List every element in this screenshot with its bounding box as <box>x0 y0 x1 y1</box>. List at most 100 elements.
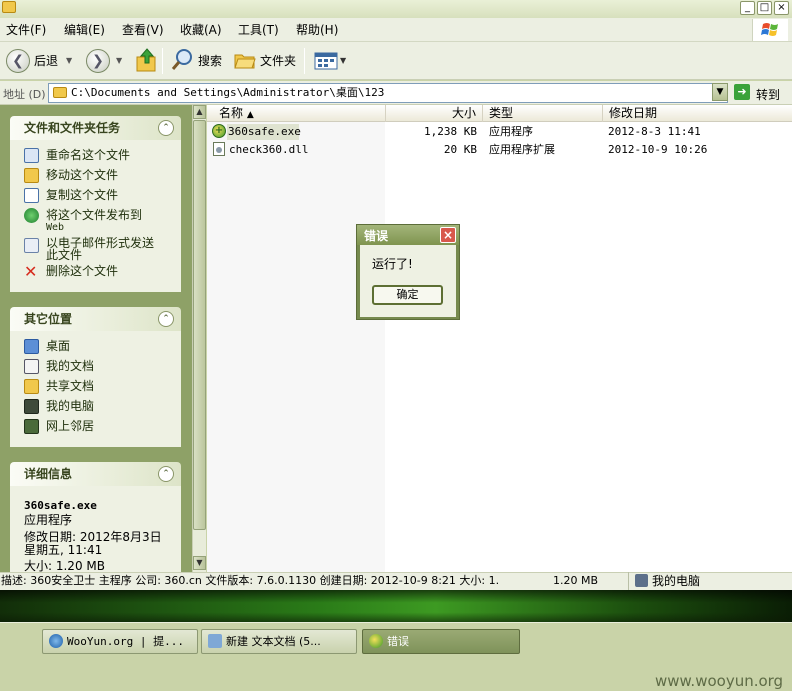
place-shared-documents[interactable]: 共享文档 <box>46 380 94 393</box>
task-email-line2[interactable]: 此文件 <box>46 249 82 262</box>
column-header-modified[interactable]: 修改日期 <box>603 105 792 122</box>
menu-view[interactable]: 查看(V) <box>122 21 164 39</box>
my-documents-icon <box>24 359 39 374</box>
copy-icon <box>24 188 39 203</box>
sorted-column-highlight <box>207 122 385 572</box>
delete-icon: ✕ <box>24 262 38 281</box>
app-360-icon: + <box>212 124 226 138</box>
file-name-cell[interactable]: check360.dll <box>229 142 308 158</box>
scroll-thumb[interactable] <box>193 120 206 530</box>
desktop-icon <box>24 339 39 354</box>
rename-icon <box>24 148 39 163</box>
scroll-down-button[interactable]: ▼ <box>193 556 206 570</box>
move-icon <box>24 168 39 183</box>
dialog-message: 运行了! <box>372 257 413 271</box>
dialog-close-icon[interactable]: × <box>440 227 456 243</box>
ie-icon <box>49 634 63 648</box>
my-computer-icon <box>24 399 39 414</box>
notepad-icon <box>208 634 222 648</box>
column-header-name[interactable]: 名称 ▲ <box>207 105 386 122</box>
folders-button-label[interactable]: 文件夹 <box>260 52 296 70</box>
details-header[interactable]: 详细信息 <box>10 462 181 486</box>
place-network[interactable]: 网上邻居 <box>46 420 94 433</box>
windows-logo-icon <box>752 19 788 41</box>
file-name-cell[interactable]: 360safe.exe <box>227 124 301 140</box>
watermark-text: www.wooyun.org <box>655 672 784 690</box>
status-zone: 我的电脑 <box>652 574 701 588</box>
folders-icon[interactable] <box>234 50 256 70</box>
task-delete[interactable]: 删除这个文件 <box>46 265 118 278</box>
shared-documents-icon <box>24 379 39 394</box>
search-icon[interactable] <box>170 48 194 72</box>
address-dropdown-button[interactable]: ▼ <box>712 83 728 101</box>
maximize-button[interactable]: □ <box>757 1 772 15</box>
folder-up-icon[interactable] <box>136 47 158 73</box>
file-modified-cell: 2012-8-3 11:41 <box>608 125 701 138</box>
desktop-shade <box>0 590 792 622</box>
title-bar <box>0 0 792 18</box>
details-modified-line2: 星期五, 11:41 <box>24 543 103 557</box>
scroll-up-button[interactable]: ▲ <box>193 105 206 119</box>
go-button-label[interactable]: 转到 <box>756 86 780 103</box>
toolbar-separator <box>162 48 163 74</box>
file-type-cell: 应用程序扩展 <box>489 143 555 156</box>
place-my-computer[interactable]: 我的电脑 <box>46 400 94 413</box>
taskbar-item-label: 错误 <box>387 635 409 648</box>
column-header-size[interactable]: 大小 <box>386 105 483 122</box>
go-arrow-icon[interactable]: ➜ <box>734 84 750 100</box>
network-places-icon <box>24 419 39 434</box>
collapse-chevron-icon[interactable]: ⌃ <box>158 466 174 482</box>
place-desktop[interactable]: 桌面 <box>46 340 70 353</box>
folder-icon <box>53 87 67 98</box>
task-copy[interactable]: 复制这个文件 <box>46 189 118 202</box>
dialog-title: 错误 <box>364 229 389 243</box>
menu-tools[interactable]: 工具(T) <box>238 21 279 39</box>
file-tasks-header[interactable]: 文件和文件夹任务 <box>10 116 181 140</box>
taskbar-item[interactable]: WooYun.org | 提... <box>42 629 198 654</box>
place-my-documents[interactable]: 我的文档 <box>46 360 94 373</box>
taskbar-item[interactable]: 新建 文本文档 (5... <box>201 629 357 654</box>
forward-dropdown-icon[interactable]: ▼ <box>116 56 122 65</box>
search-button-label[interactable]: 搜索 <box>198 52 222 70</box>
details-type: 应用程序 <box>24 513 73 527</box>
status-description: 描述: 360安全卫士 主程序 公司: 360.cn 文件版本: 7.6.0.1… <box>1 574 500 587</box>
toolbar-separator <box>304 48 305 74</box>
ok-button[interactable]: 确定 <box>372 285 443 305</box>
menu-edit[interactable]: 编辑(E) <box>64 21 105 39</box>
file-size-cell: 1,238 KB <box>424 125 477 138</box>
back-button-label[interactable]: 后退 <box>34 52 58 70</box>
views-dropdown-icon[interactable]: ▼ <box>340 56 346 65</box>
my-computer-icon <box>635 574 648 587</box>
close-button[interactable]: × <box>774 1 789 15</box>
status-divider <box>628 572 629 590</box>
collapse-chevron-icon[interactable]: ⌃ <box>158 311 174 327</box>
app-360-icon <box>369 634 383 648</box>
menu-favorites[interactable]: 收藏(A) <box>180 21 222 39</box>
task-move[interactable]: 移动这个文件 <box>46 169 118 182</box>
back-dropdown-icon[interactable]: ▼ <box>66 56 72 65</box>
menu-bar <box>0 18 792 42</box>
taskbar-item-label: WooYun.org | 提... <box>67 635 184 648</box>
file-modified-cell: 2012-10-9 10:26 <box>608 143 708 156</box>
menu-help[interactable]: 帮助(H) <box>296 21 338 39</box>
minimize-button[interactable]: _ <box>740 1 755 15</box>
dll-file-icon <box>213 142 225 156</box>
other-places-header[interactable]: 其它位置 <box>10 307 181 331</box>
views-icon[interactable] <box>314 51 338 71</box>
column-name-label: 名称 <box>219 106 244 120</box>
collapse-chevron-icon[interactable]: ⌃ <box>158 120 174 136</box>
task-publish-line2[interactable]: Web <box>46 221 64 234</box>
email-icon <box>24 238 39 253</box>
column-header-type[interactable]: 类型 <box>483 105 603 122</box>
publish-web-icon <box>24 208 39 223</box>
address-input[interactable]: C:\Documents and Settings\Administrator\… <box>48 83 728 103</box>
folder-icon <box>2 1 16 13</box>
taskbar-item-active[interactable]: 错误 <box>362 629 520 654</box>
menu-file[interactable]: 文件(F) <box>6 21 46 39</box>
task-rename[interactable]: 重命名这个文件 <box>46 149 130 162</box>
address-label: 地址 (D) <box>3 88 46 101</box>
sort-ascending-icon: ▲ <box>246 110 254 120</box>
back-arrow-icon[interactable]: ❮ <box>6 49 30 73</box>
forward-arrow-icon[interactable]: ❯ <box>86 49 110 73</box>
file-size-cell: 20 KB <box>443 143 477 156</box>
